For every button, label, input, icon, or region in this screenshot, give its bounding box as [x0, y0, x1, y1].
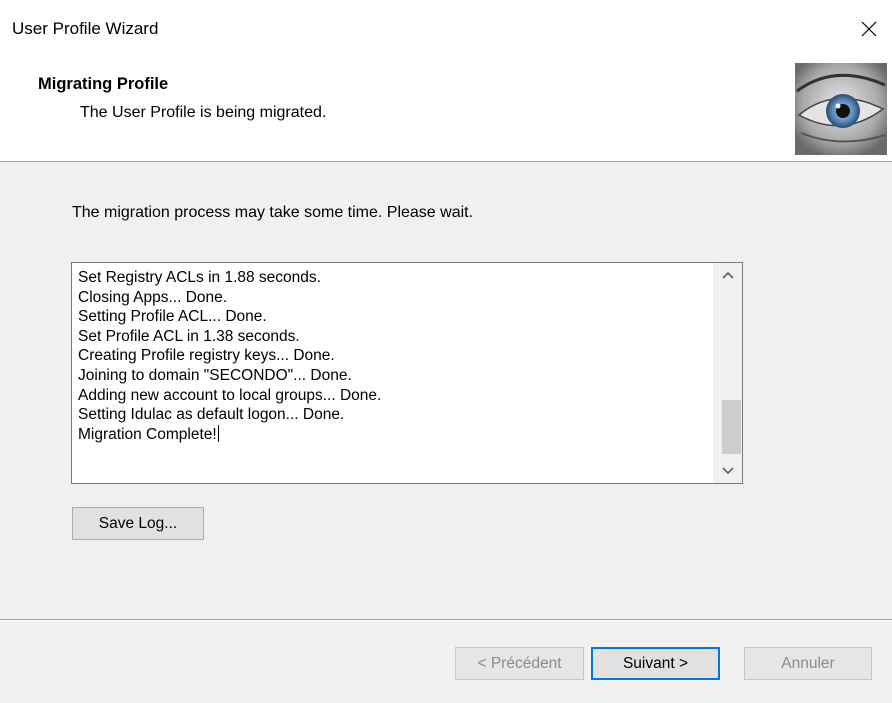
- log-scrollbar[interactable]: [713, 263, 742, 483]
- scroll-down-button[interactable]: [713, 459, 742, 483]
- wizard-header: Migrating Profile The User Profile is be…: [0, 58, 892, 162]
- log-line: Adding new account to local groups... Do…: [78, 386, 382, 404]
- back-button[interactable]: < Précédent: [455, 647, 584, 680]
- log-line: Set Registry ACLs in 1.88 seconds.: [78, 269, 321, 286]
- step-title: Migrating Profile: [38, 75, 169, 93]
- save-log-button[interactable]: Save Log...: [72, 507, 204, 540]
- log-line: Setting Idulac as default logon... Done.: [78, 406, 345, 424]
- scroll-thumb[interactable]: [722, 400, 741, 454]
- text-cursor: [217, 424, 219, 442]
- log-line: Joining to domain "SECONDO"... Done.: [78, 366, 352, 384]
- window-title: User Profile Wizard: [12, 19, 159, 38]
- next-button[interactable]: Suivant >: [591, 647, 720, 680]
- log-line-last: Migration Complete!: [78, 424, 381, 445]
- chevron-down-icon: [721, 467, 734, 475]
- migration-log[interactable]: Set Registry ACLs in 1.88 seconds. Closi…: [71, 262, 743, 484]
- log-line: Set Profile ACL in 1.38 seconds.: [78, 327, 300, 345]
- scroll-up-button[interactable]: [713, 263, 742, 287]
- close-button[interactable]: [846, 0, 892, 58]
- instruction-text: The migration process may take some time…: [72, 204, 474, 221]
- footer-divider: [0, 619, 892, 621]
- close-icon: [861, 21, 877, 37]
- log-line: Setting Profile ACL... Done.: [78, 308, 267, 326]
- wizard-body: The migration process may take some time…: [0, 162, 892, 703]
- log-line: Creating Profile registry keys... Done.: [78, 347, 335, 365]
- log-line: Closing Apps... Done.: [78, 288, 228, 306]
- chevron-up-icon: [721, 271, 734, 279]
- log-line-text: Migration Complete!: [78, 425, 217, 443]
- step-subtitle: The User Profile is being migrated.: [80, 104, 327, 121]
- eye-icon: [795, 63, 887, 155]
- title-bar: User Profile Wizard: [0, 0, 892, 58]
- log-lines: Set Registry ACLs in 1.88 seconds. Closi…: [78, 268, 381, 444]
- cancel-button[interactable]: Annuler: [744, 647, 872, 680]
